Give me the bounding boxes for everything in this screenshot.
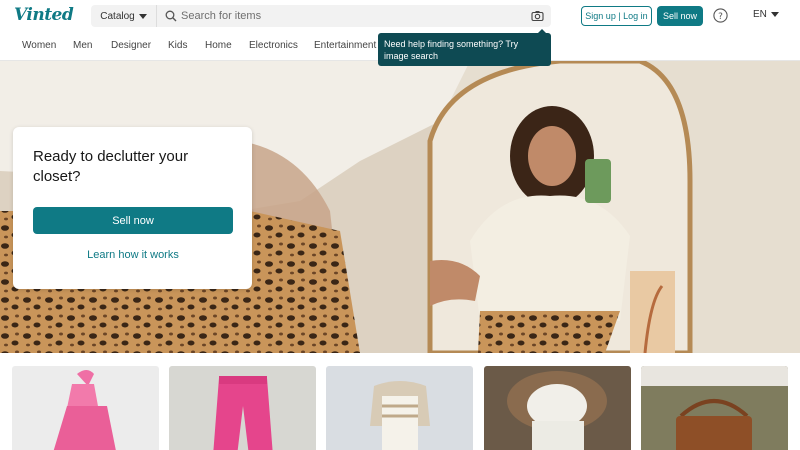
nav-item-home[interactable]: Home <box>205 40 232 51</box>
nav-item-designer[interactable]: Designer <box>111 40 151 51</box>
search-bar: Catalog <box>91 5 551 27</box>
signup-login-button[interactable]: Sign up | Log in <box>581 6 652 26</box>
chevron-down-icon <box>138 13 147 19</box>
camera-icon[interactable] <box>531 10 544 22</box>
nav-item-men[interactable]: Men <box>73 40 92 51</box>
item-image <box>641 366 788 450</box>
item-image <box>484 366 631 450</box>
search-icon <box>165 10 177 22</box>
catalog-dropdown[interactable]: Catalog <box>91 5 157 27</box>
item-card[interactable] <box>169 366 316 450</box>
language-selector[interactable]: EN <box>753 9 779 20</box>
nav-item-entertainment[interactable]: Entertainment <box>314 40 376 51</box>
help-icon[interactable]: ? <box>713 8 728 23</box>
hero-title: Ready to declutter your closet? <box>33 148 189 185</box>
header: Vinted Catalog Sign up | Log in Sell now… <box>0 0 800 32</box>
catalog-label: Catalog <box>100 10 135 22</box>
chevron-down-icon <box>770 12 779 17</box>
item-image <box>169 366 316 450</box>
sell-prompt-card: Ready to declutter your closet? Sell now… <box>13 127 252 289</box>
nav-item-electronics[interactable]: Electronics <box>249 40 298 51</box>
item-grid <box>0 353 800 450</box>
hero-banner: Ready to declutter your closet? Sell now… <box>0 61 800 353</box>
item-card[interactable] <box>641 366 788 450</box>
image-search-tooltip[interactable]: Need help finding something? Try image s… <box>378 29 551 66</box>
item-image <box>12 366 159 450</box>
item-card[interactable] <box>326 366 473 450</box>
search-input[interactable] <box>181 7 521 25</box>
language-label: EN <box>753 9 767 20</box>
sell-now-button[interactable]: Sell now <box>657 6 703 26</box>
item-card[interactable] <box>484 366 631 450</box>
nav-item-women[interactable]: Women <box>22 40 56 51</box>
hero-sell-now-button[interactable]: Sell now <box>33 207 233 234</box>
nav-item-kids[interactable]: Kids <box>168 40 187 51</box>
vinted-logo[interactable]: Vinted <box>14 5 74 25</box>
item-card[interactable] <box>12 366 159 450</box>
item-image <box>326 366 473 450</box>
learn-how-it-works-link[interactable]: Learn how it works <box>33 249 233 261</box>
svg-text:?: ? <box>718 12 723 22</box>
